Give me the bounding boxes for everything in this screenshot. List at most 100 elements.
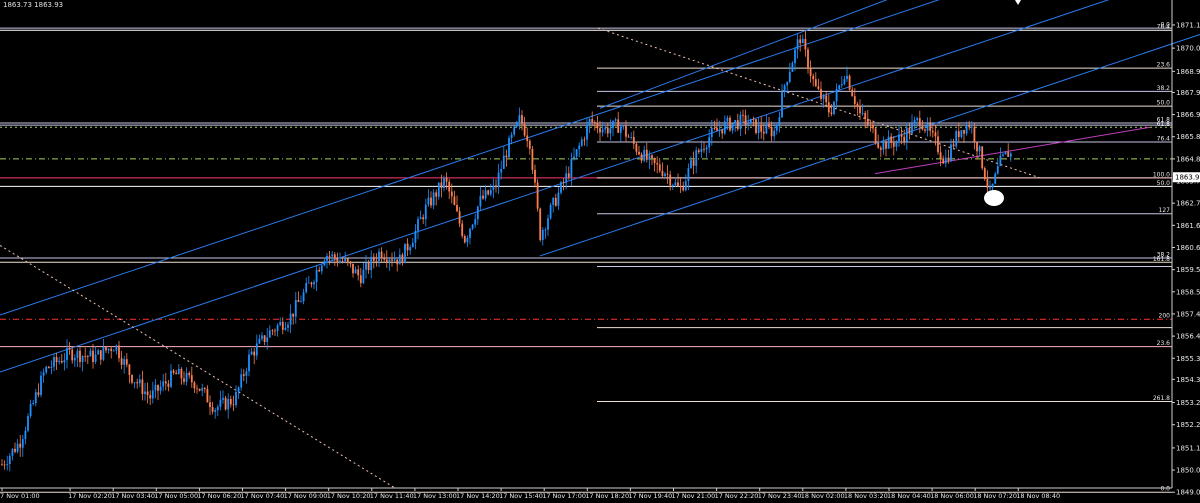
candle-body-315 bbox=[820, 88, 822, 100]
candle-body-377 bbox=[981, 146, 984, 169]
candle-body-81 bbox=[211, 407, 214, 412]
candle-body-313 bbox=[814, 79, 817, 87]
candle-body-358 bbox=[931, 130, 934, 133]
candle-body-254 bbox=[661, 170, 664, 176]
candle-body-269 bbox=[700, 148, 703, 153]
candle-body-122 bbox=[318, 269, 321, 272]
candle-body-373 bbox=[970, 126, 973, 128]
candle-body-327 bbox=[851, 89, 854, 97]
candle-body-290 bbox=[755, 119, 757, 133]
candle-body-210 bbox=[547, 218, 549, 230]
candle-body-305 bbox=[794, 49, 796, 64]
time-tick-label-11: 17 Nov 15:40 bbox=[499, 492, 543, 500]
candle-body-205 bbox=[534, 169, 536, 183]
time-axis: 7 Nov 01:00 17 Nov 02:20 17 Nov 03:40 17 No… bbox=[0, 487, 1172, 500]
candle-body-370 bbox=[963, 130, 965, 134]
candle-body-310 bbox=[807, 49, 809, 69]
candle-body-120 bbox=[313, 282, 315, 285]
candle-body-371 bbox=[965, 124, 968, 134]
candle-body-130 bbox=[339, 260, 341, 263]
candle-body-42 bbox=[110, 348, 113, 351]
candle-body-209 bbox=[544, 229, 547, 231]
candle-body-353 bbox=[918, 118, 921, 127]
level-label-2: 23.6 bbox=[1157, 62, 1171, 69]
candle-body-126 bbox=[328, 255, 331, 257]
candle-body-208 bbox=[541, 229, 544, 240]
candle-body-55 bbox=[144, 391, 146, 395]
candle-body-144 bbox=[375, 260, 378, 262]
level-label-8: 76.4 bbox=[1157, 136, 1171, 143]
candle-body-160 bbox=[417, 219, 419, 231]
candle-body-203 bbox=[528, 140, 531, 149]
candle-body-331 bbox=[861, 113, 864, 114]
candle-body-6 bbox=[16, 443, 19, 452]
candle-body-388 bbox=[1009, 153, 1012, 157]
candle-body-51 bbox=[133, 382, 136, 384]
candle-body-170 bbox=[443, 177, 445, 189]
candle-body-232 bbox=[604, 127, 607, 130]
time-tick-label-12: 17 Nov 17:00 bbox=[542, 492, 586, 500]
candle-body-151 bbox=[393, 259, 396, 261]
candle-body-61 bbox=[159, 386, 162, 391]
candle-body-133 bbox=[346, 258, 349, 262]
candle-body-186 bbox=[484, 190, 487, 199]
candle-body-92 bbox=[240, 374, 243, 388]
candle-body-263 bbox=[684, 181, 687, 191]
time-tick-label-22: 18 Nov 07:20 bbox=[973, 492, 1017, 500]
candle-body-110 bbox=[287, 324, 289, 328]
candle-body-248 bbox=[645, 149, 648, 160]
candle-body-187 bbox=[487, 190, 490, 195]
candle-body-16 bbox=[42, 372, 45, 376]
candle-body-65 bbox=[170, 370, 172, 387]
candle-body-260 bbox=[677, 182, 679, 186]
candle-body-125 bbox=[326, 255, 328, 261]
time-tick-label-2: 17 Nov 03:40 bbox=[111, 492, 155, 500]
time-tick-label-21: 18 Nov 06:00 bbox=[930, 492, 974, 500]
candle-body-142 bbox=[370, 256, 373, 271]
candle-body-52 bbox=[136, 382, 139, 384]
candle-body-132 bbox=[344, 258, 347, 262]
level-label-13: 127 bbox=[1159, 207, 1171, 214]
candle-body-303 bbox=[788, 71, 791, 82]
candle-body-341 bbox=[887, 136, 890, 149]
candle-body-223 bbox=[580, 139, 583, 146]
price-chart[interactable]: 0.076.423.638.250.061.861.876.4100.050.0… bbox=[0, 0, 1200, 503]
candle-body-21 bbox=[55, 357, 58, 363]
candle-body-239 bbox=[622, 126, 625, 127]
candle-body-29 bbox=[76, 350, 79, 358]
candle-body-175 bbox=[456, 204, 458, 212]
candle-body-311 bbox=[809, 68, 812, 76]
candle-body-278 bbox=[723, 121, 726, 134]
candle-body-271 bbox=[705, 147, 708, 150]
price-tick-label-17: 1853.25 bbox=[1176, 399, 1200, 407]
candle-body-12 bbox=[32, 403, 35, 405]
candle-body-71 bbox=[185, 372, 188, 382]
candle-body-280 bbox=[729, 117, 731, 131]
candle-body-240 bbox=[625, 126, 627, 137]
candle-body-304 bbox=[791, 63, 794, 72]
candle-body-59 bbox=[154, 385, 157, 391]
candle-body-43 bbox=[112, 350, 115, 352]
candle-body-302 bbox=[786, 81, 789, 86]
candle-body-378 bbox=[983, 168, 986, 180]
candle-body-231 bbox=[601, 129, 604, 133]
price-tick-label-20: 1850.05 bbox=[1176, 467, 1200, 475]
price-tick-label-5: 1865.85 bbox=[1176, 133, 1200, 141]
level-label-3: 38.2 bbox=[1157, 85, 1171, 92]
candle-body-328 bbox=[853, 96, 856, 104]
candle-body-356 bbox=[926, 123, 929, 131]
candle-body-148 bbox=[385, 259, 388, 262]
candle-body-68 bbox=[177, 368, 180, 375]
candle-body-177 bbox=[461, 223, 464, 236]
time-tick-label-4: 17 Nov 06:20 bbox=[197, 492, 241, 500]
candle-body-267 bbox=[695, 150, 698, 166]
candle-body-198 bbox=[515, 122, 518, 127]
candle-body-152 bbox=[396, 259, 399, 265]
candle-body-70 bbox=[183, 378, 185, 382]
candle-body-197 bbox=[513, 126, 516, 135]
candle-body-63 bbox=[164, 381, 167, 384]
candle-body-230 bbox=[599, 128, 601, 133]
candle-body-50 bbox=[131, 374, 133, 383]
candle-body-217 bbox=[565, 173, 568, 183]
price-tick-label-13: 1857.45 bbox=[1176, 310, 1200, 318]
